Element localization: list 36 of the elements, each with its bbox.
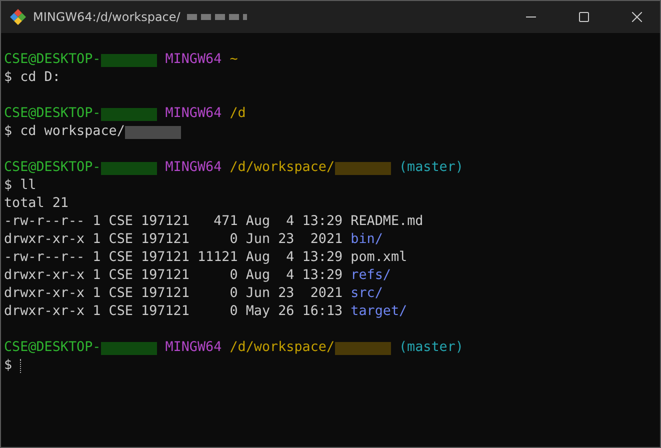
prompt-system: MINGW64 (165, 51, 222, 69)
terminal-text: -rw-r--r-- 1 CSE 197121 471 Aug 4 13:29 (4, 213, 344, 231)
git-branch: (master) (398, 339, 464, 357)
terminal-text: $ cd D: (4, 69, 60, 87)
prompt-system: MINGW64 (165, 159, 222, 177)
prompt-path: /d (230, 105, 246, 123)
terminal-text: $ cd workspace/ (4, 123, 125, 141)
terminal-text: drwxr-xr-x 1 CSE 197121 0 Jun 23 2021 (4, 231, 344, 249)
directory-name: target/ (350, 303, 408, 321)
prompt-user: CSE@DESKTOP- (4, 51, 101, 69)
terminal-text: drwxr-xr-x 1 CSE 197121 0 Jun 23 2021 (4, 285, 344, 303)
directory-name: refs/ (350, 267, 391, 285)
prompt-user: CSE@DESKTOP- (4, 339, 101, 357)
prompt-user: CSE@DESKTOP- (4, 105, 101, 123)
directory-name: bin/ (350, 231, 383, 249)
prompt-system: MINGW64 (165, 105, 222, 123)
terminal-text: -rw-r--r-- 1 CSE 197121 11121 Aug 4 13:29 (4, 249, 344, 267)
diamond-logo-icon (10, 9, 26, 25)
terminal-text: drwxr-xr-x 1 CSE 197121 0 Aug 4 13:29 (4, 267, 344, 285)
file-name: README.md (350, 213, 424, 231)
close-icon (632, 12, 642, 22)
prompt-path: ~ (230, 51, 238, 69)
file-name: pom.xml (350, 249, 408, 267)
prompt-path: /d/workspace/ (230, 339, 335, 357)
prompt-user: CSE@DESKTOP- (4, 159, 101, 177)
text-cursor (20, 359, 22, 373)
directory-name: src/ (350, 285, 383, 303)
git-branch: (master) (398, 159, 464, 177)
prompt-path: /d/workspace/ (230, 159, 335, 177)
terminal-text: total 21 (4, 195, 68, 213)
window-title: MINGW64:/d/workspace/ (33, 10, 180, 24)
prompt-system: MINGW64 (165, 339, 222, 357)
terminal-text: drwxr-xr-x 1 CSE 197121 0 May 26 16:13 (4, 303, 344, 321)
terminal-text: $ (4, 357, 14, 375)
terminal-text: $ ll (4, 177, 36, 195)
maximize-icon (579, 12, 589, 22)
